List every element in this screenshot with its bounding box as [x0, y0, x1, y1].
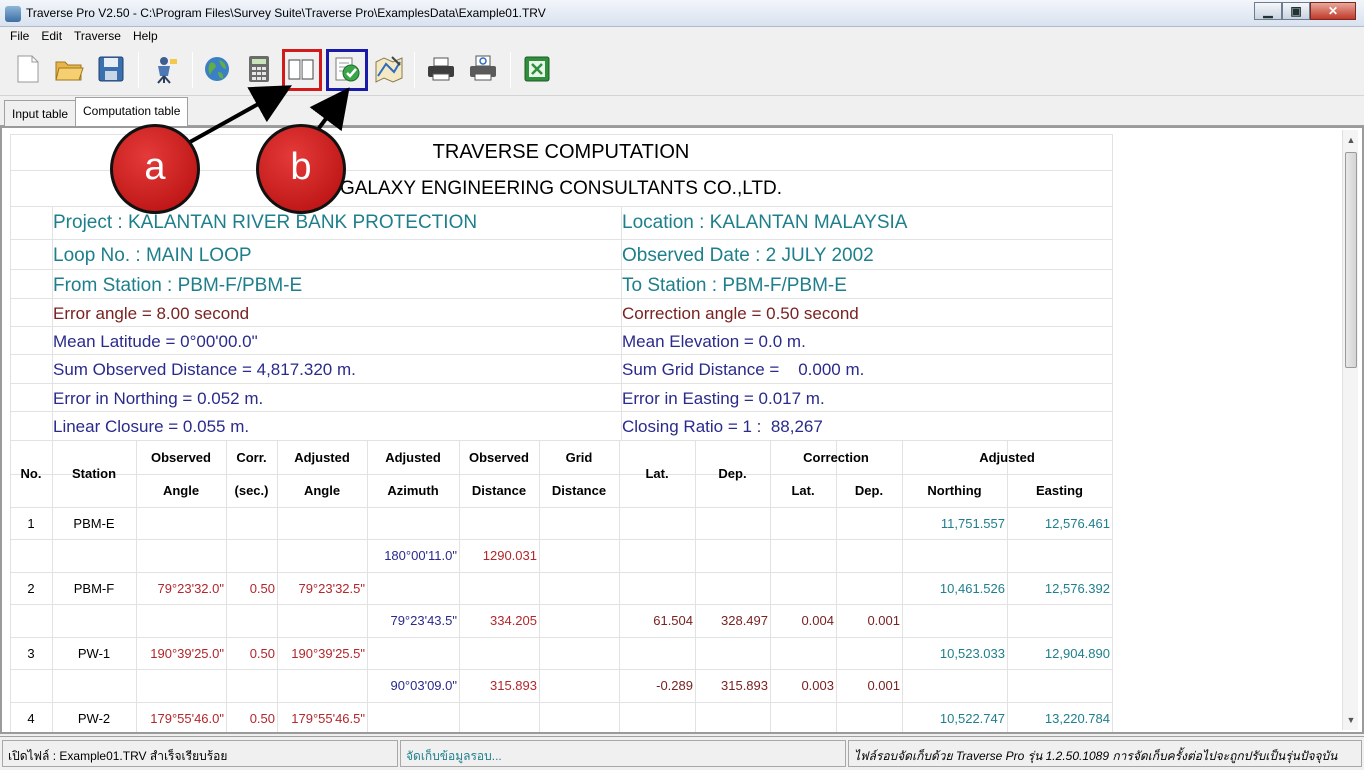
callout-b: b	[256, 124, 346, 214]
annotation-arrows	[189, 85, 350, 144]
app-window: Traverse Pro V2.50 - C:\Program Files\Su…	[0, 0, 1364, 770]
callout-a: a	[110, 124, 200, 214]
